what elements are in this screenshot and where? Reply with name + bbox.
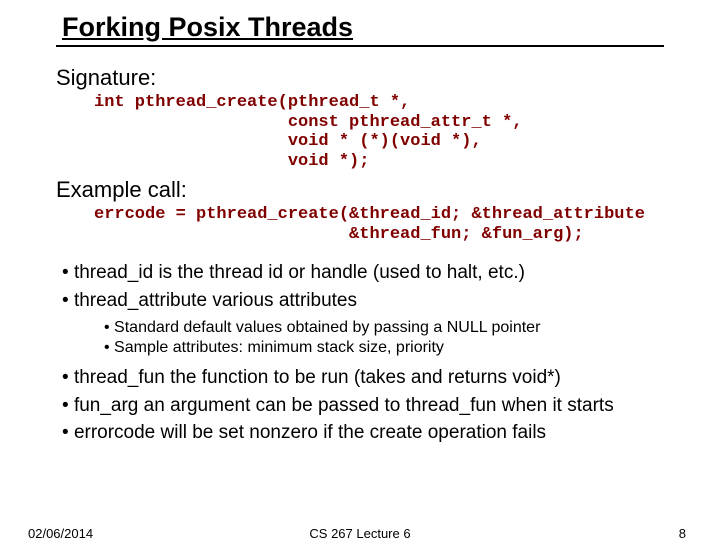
list-item: thread_fun the function to be run (takes…: [62, 365, 682, 391]
slide: Forking Posix Threads Signature: int pth…: [0, 0, 720, 540]
list-item: fun_arg an argument can be passed to thr…: [62, 393, 682, 419]
bullet-list: thread_id is the thread id or handle (us…: [62, 260, 682, 446]
list-item: Sample attributes: minimum stack size, p…: [104, 338, 682, 359]
list-item: thread_id is the thread id or handle (us…: [62, 260, 682, 286]
sub-list: Standard default values obtained by pass…: [104, 318, 682, 360]
signature-label: Signature:: [56, 65, 682, 91]
list-item: errorcode will be set nonzero if the cre…: [62, 420, 682, 446]
list-item: thread_attribute various attributes Stan…: [62, 288, 682, 359]
bullet-term: thread_id: [74, 262, 159, 283]
footer-page-number: 8: [679, 526, 686, 541]
page-title: Forking Posix Threads: [56, 12, 353, 43]
example-code: errcode = pthread_create(&thread_id; &th…: [94, 205, 682, 244]
bullet-text: the function to be run (takes and return…: [170, 367, 561, 388]
bullet-text: Sample attributes: minimum stack size, p…: [114, 339, 444, 356]
list-item: Standard default values obtained by pass…: [104, 318, 682, 339]
title-underline: Forking Posix Threads: [56, 12, 664, 47]
signature-code: int pthread_create(pthread_t *, const pt…: [94, 93, 682, 171]
bullet-term: thread_fun: [74, 367, 170, 388]
bullet-term: thread_attribute: [74, 290, 212, 311]
example-label: Example call:: [56, 177, 682, 203]
bullet-text: will be set nonzero if the create operat…: [161, 422, 547, 443]
bullet-term: fun_arg: [74, 395, 144, 416]
bullet-text: is the thread id or handle (used to halt…: [158, 262, 525, 283]
footer-lecture: CS 267 Lecture 6: [0, 526, 720, 541]
bullet-text: Standard default values obtained by pass…: [114, 319, 540, 336]
bullet-term: errorcode: [74, 422, 161, 443]
bullet-text: various attributes: [212, 290, 357, 311]
bullet-text: an argument can be passed to thread_fun …: [144, 395, 614, 416]
